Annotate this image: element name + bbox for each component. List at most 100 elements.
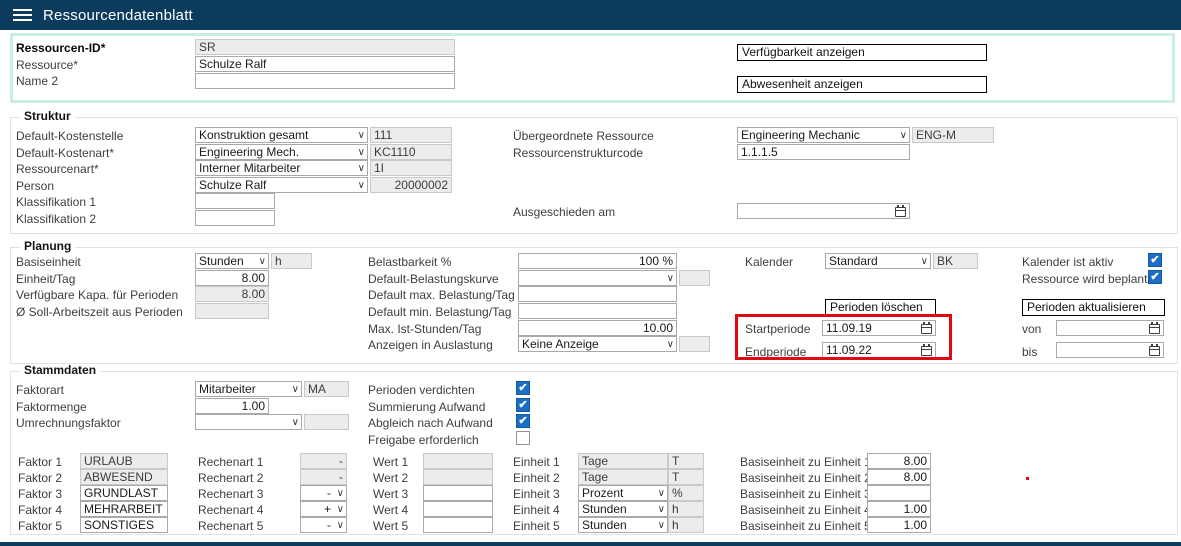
perioden-verdichten-label: Perioden verdichten (368, 384, 475, 397)
kalender-select[interactable]: Standard ∨ (825, 253, 931, 269)
max-belastung-field[interactable] (518, 286, 677, 302)
calendar-icon[interactable] (895, 207, 906, 217)
summierung-aufwand-label: Summierung Aufwand (368, 401, 485, 414)
chevron-down-icon: ∨ (358, 161, 365, 176)
faktor3-field[interactable]: GRUNDLAST (80, 485, 168, 501)
belastungskurve-select[interactable]: ∨ (518, 270, 677, 286)
wert4-field[interactable] (423, 501, 493, 517)
rechenart3-label: Rechenart 3 (198, 488, 263, 501)
basiseinheit4-field[interactable]: 1.00 (867, 501, 931, 517)
rechenart1-label: Rechenart 1 (198, 456, 263, 469)
bis-label: bis (1022, 346, 1037, 359)
faktor5-field[interactable]: SONSTIGES (80, 517, 168, 533)
hamburger-menu-icon[interactable] (13, 9, 32, 22)
basiseinheit-label: Basiseinheit (16, 256, 81, 269)
faktorart-select[interactable]: Mitarbeiter ∨ (195, 381, 302, 397)
select-value: Konstruktion gesamt (199, 128, 308, 142)
einheit4-code: h (668, 501, 704, 517)
calendar-icon[interactable] (921, 346, 932, 356)
einheit3-select[interactable]: Prozent ∨ (578, 485, 668, 501)
rechenart5-select[interactable]: - ∨ (300, 517, 347, 533)
rechenart2-field: - (300, 469, 347, 485)
faktor2-label: Faktor 2 (18, 472, 62, 485)
rechenart4-select[interactable]: + ∨ (300, 501, 347, 517)
kalender-aktiv-checkbox[interactable]: ✔ (1148, 253, 1162, 267)
belastungskurve-code (679, 270, 710, 286)
belastbarkeit-field[interactable]: 100 % (518, 253, 677, 269)
endperiode-date-field[interactable]: 11.09.22 (822, 342, 936, 358)
summierung-aufwand-checkbox[interactable]: ✔ (516, 398, 530, 412)
einheit1-code: T (668, 453, 704, 469)
title-bar: Ressourcendatenblatt (0, 0, 1181, 30)
basiseinheit3-field[interactable] (867, 485, 931, 501)
ressourcenart-select[interactable]: Interner Mitarbeiter ∨ (195, 160, 368, 176)
basiseinheit2-field[interactable]: 8.00 (867, 469, 931, 485)
page-title: Ressourcendatenblatt (43, 7, 193, 24)
calendar-icon[interactable] (1149, 346, 1160, 356)
basiseinheit1-field[interactable]: 8.00 (867, 453, 931, 469)
select-value: Engineering Mechanic (741, 128, 860, 142)
ressourcenstrukturcode-field[interactable]: 1.1.1.5 (737, 144, 910, 160)
uebergeordnete-ressource-select[interactable]: Engineering Mechanic ∨ (737, 127, 910, 143)
chevron-down-icon: ∨ (667, 271, 674, 286)
einheit-tag-field[interactable]: 8.00 (195, 270, 269, 286)
wert3-field[interactable] (423, 485, 493, 501)
chevron-down-icon: ∨ (658, 486, 665, 501)
resource-label: Ressource* (16, 59, 78, 72)
klassifikation1-field[interactable] (195, 193, 275, 209)
person-select[interactable]: Schulze Ralf ∨ (195, 177, 368, 193)
select-value: - (327, 486, 331, 500)
rechenart3-select[interactable]: - ∨ (300, 485, 347, 501)
max-ist-stunden-field[interactable]: 10.00 (518, 320, 677, 336)
select-value: Stunden (199, 254, 244, 268)
min-belastung-field[interactable] (518, 303, 677, 319)
calendar-icon[interactable] (921, 324, 932, 334)
default-kostenart-select[interactable]: Engineering Mech. ∨ (195, 144, 368, 160)
default-kostenstelle-code: 111 (370, 127, 452, 143)
select-value: Schulze Ralf (199, 178, 266, 192)
perioden-aktualisieren-button[interactable]: Perioden aktualisieren (1022, 299, 1165, 316)
show-availability-button[interactable]: Verfügbarkeit anzeigen (737, 44, 987, 61)
calendar-icon[interactable] (1149, 324, 1160, 334)
ausgeschieden-am-label: Ausgeschieden am (513, 206, 615, 219)
perioden-verdichten-checkbox[interactable]: ✔ (516, 381, 530, 395)
wert5-field[interactable] (423, 517, 493, 533)
ressourcenart-code: 1I (370, 160, 452, 176)
faktor1-label: Faktor 1 (18, 456, 62, 469)
freigabe-erforderlich-checkbox[interactable]: ✔ (516, 431, 530, 445)
chevron-down-icon: ∨ (667, 337, 674, 352)
chevron-down-icon: ∨ (292, 382, 299, 397)
verfuegbare-kapa-label: Verfügbare Kapa. für Perioden (16, 289, 178, 302)
einheit4-select[interactable]: Stunden ∨ (578, 501, 668, 517)
wert1-label: Wert 1 (373, 456, 408, 469)
basiseinheit-select[interactable]: Stunden ∨ (195, 253, 269, 269)
struktur-legend: Struktur (20, 110, 75, 123)
ressource-beplant-checkbox[interactable]: ✔ (1148, 270, 1162, 284)
select-value: Standard (829, 254, 878, 268)
klassifikation2-field[interactable] (195, 210, 275, 226)
einheit5-select[interactable]: Stunden ∨ (578, 517, 668, 533)
basiseinheit5-field[interactable]: 1.00 (867, 517, 931, 533)
bis-date-field[interactable] (1056, 342, 1164, 358)
default-kostenstelle-select[interactable]: Konstruktion gesamt ∨ (195, 127, 368, 143)
resource-field[interactable]: Schulze Ralf (195, 56, 455, 72)
faktor1-field: URLAUB (80, 453, 168, 469)
einheit5-label: Einheit 5 (513, 520, 560, 533)
faktor4-field[interactable]: MEHRARBEIT (80, 501, 168, 517)
abgleich-aufwand-checkbox[interactable]: ✔ (516, 414, 530, 428)
chevron-down-icon: ∨ (358, 145, 365, 160)
faktormenge-field[interactable]: 1.00 (195, 398, 269, 414)
anzeigen-auslastung-select[interactable]: Keine Anzeige ∨ (518, 336, 677, 352)
perioden-loeschen-button[interactable]: Perioden löschen (825, 299, 936, 316)
startperiode-date-field[interactable]: 11.09.19 (822, 320, 936, 336)
select-value: Engineering Mech. (199, 145, 299, 159)
show-absence-button[interactable]: Abwesenheit anzeigen (737, 76, 987, 93)
faktor3-label: Faktor 3 (18, 488, 62, 501)
resource-id-label: Ressourcen-ID* (16, 42, 105, 55)
ausgeschieden-am-date-field[interactable] (737, 203, 910, 219)
kalender-aktiv-label: Kalender ist aktiv (1022, 256, 1113, 269)
einheit1-label: Einheit 1 (513, 456, 560, 469)
name2-field[interactable] (195, 73, 455, 89)
von-date-field[interactable] (1056, 320, 1164, 336)
umrechnungsfaktor-select[interactable]: ∨ (195, 414, 302, 430)
